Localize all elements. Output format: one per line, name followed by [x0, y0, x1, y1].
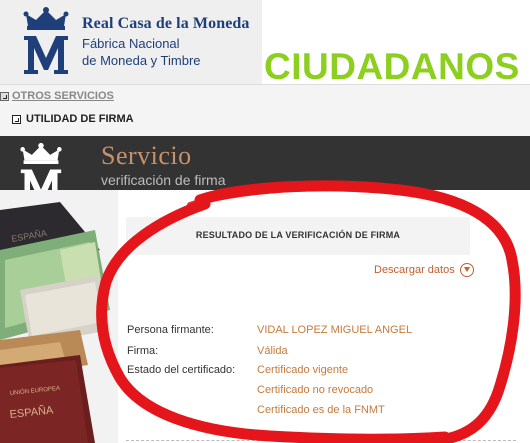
banner-subtitle: verificación de firma — [101, 172, 226, 188]
result-title: RESULTADO DE LA VERIFICACIÓN DE FIRMA — [195, 230, 401, 240]
arrow-box-icon — [0, 91, 9, 101]
menu-item-otros-servicios[interactable]: OTROS SERVICIOS — [0, 88, 114, 104]
fnmt-logo[interactable]: Real Casa de la Moneda Fábrica Nacional … — [0, 0, 262, 84]
banner-title: Servicio — [101, 141, 192, 170]
signer-value: VIDAL LOPEZ MIGUEL ANGEL — [257, 324, 413, 336]
menu-item-label: OTROS SERVICIOS — [12, 90, 114, 102]
certificate-status-value: Certificado vigente — [257, 364, 349, 376]
signature-value: Válida — [257, 345, 288, 357]
documents-photo: ESPAÑA UNIÓN EUROPEA ESPAÑA — [0, 190, 118, 443]
logo-subtitle-1: Fábrica Nacional — [82, 36, 180, 51]
logo-subtitle-2: de Moneda y Timbre — [82, 53, 201, 68]
arrow-box-icon — [12, 114, 21, 124]
certificate-status-label: Estado del certificado: — [127, 364, 236, 376]
menu-item-label: UTILIDAD DE FIRMA — [26, 113, 134, 125]
signer-label: Persona firmante: — [127, 324, 214, 336]
chevron-down-icon — [459, 263, 474, 277]
download-data-link[interactable]: Descargar datos — [374, 262, 474, 278]
site-header: Real Casa de la Moneda Fábrica Nacional … — [0, 0, 530, 87]
signature-label: Firma: — [127, 345, 159, 357]
certificate-fnmt: Certificado es de la FNMT — [257, 404, 385, 416]
service-menu: OTROS SERVICIOS UTILIDAD DE FIRMA — [0, 84, 530, 136]
section-title: CIUDADANOS — [264, 46, 520, 87]
divider — [126, 440, 516, 441]
download-label: Descargar datos — [374, 264, 455, 276]
crown-m-emblem-icon — [23, 7, 69, 74]
result-header: RESULTADO DE LA VERIFICACIÓN DE FIRMA — [126, 217, 470, 255]
menu-item-utilidad-firma[interactable]: UTILIDAD DE FIRMA — [12, 111, 134, 127]
passport-collage-image: ESPAÑA UNIÓN EUROPEA ESPAÑA — [0, 190, 118, 443]
certificate-not-revoked: Certificado no revocado — [257, 384, 374, 396]
logo-name: Real Casa de la Moneda — [82, 15, 250, 32]
